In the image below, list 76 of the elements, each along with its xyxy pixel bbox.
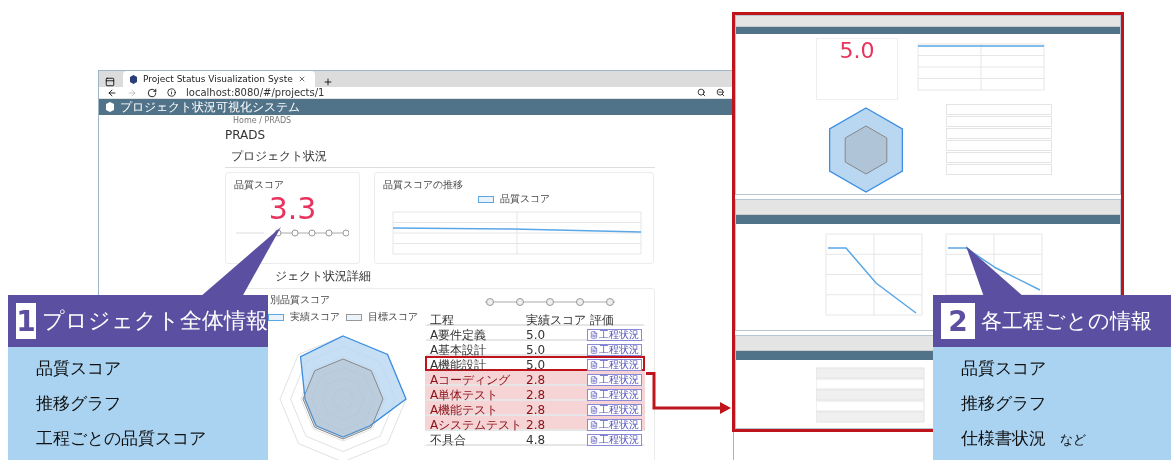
table-cell-text: 5.0	[525, 358, 547, 372]
callout-item: 品質スコア	[961, 357, 1046, 380]
callout-number: 2	[941, 303, 975, 339]
tab-title: Project Status Visualization Syste	[143, 74, 293, 84]
search-icon[interactable]	[697, 88, 706, 97]
column-header: 評価	[589, 313, 615, 327]
table-cell-text: A機能設計	[429, 358, 488, 372]
process-status-button[interactable]: 工程状況	[587, 359, 642, 371]
legend-label: 目標スコア	[367, 310, 418, 324]
callout-title: プロジェクト全体情報	[42, 307, 268, 335]
callout-item: 品質スコア	[36, 357, 121, 380]
callout-number: 1	[16, 303, 36, 339]
process-status-button[interactable]: 工程状況	[587, 434, 642, 446]
legend-swatch-icon	[345, 313, 362, 321]
callout-item: 推移グラフ	[36, 392, 121, 415]
browser-tab[interactable]: Project Status Visualization Syste	[123, 71, 315, 87]
document-icon	[590, 421, 598, 429]
process-status-button[interactable]: 工程状況	[587, 404, 642, 416]
legend-swatch-icon	[267, 313, 284, 321]
tab-actions-icon[interactable]	[105, 77, 115, 87]
new-tab-icon[interactable]	[323, 77, 333, 87]
document-icon	[590, 331, 598, 339]
callout-title: 各工程ごとの情報	[981, 308, 1152, 335]
page-title: PRADS	[225, 127, 267, 143]
process-status-button[interactable]: 工程状況	[587, 344, 642, 356]
document-icon	[590, 391, 598, 399]
table-cell-text: 2.8	[525, 373, 547, 387]
table-cell-text: Aコーディング	[429, 373, 512, 387]
address-field[interactable]: localhost:8080/#/projects/1	[186, 87, 687, 98]
table-cell-text: A要件定義	[429, 328, 488, 342]
app-logo-icon	[105, 102, 115, 112]
table-cell-text: A基本設計	[429, 343, 488, 357]
legend-label: 品質スコア	[500, 192, 550, 206]
callout-item: 工程ごとの品質スコア	[36, 427, 206, 450]
quality-score: 3.3	[268, 192, 317, 225]
target-score-area	[844, 125, 888, 175]
app-logo-icon	[129, 74, 138, 84]
document-icon	[590, 346, 598, 354]
card-title: 別品質スコア	[270, 293, 330, 307]
back-icon[interactable]	[107, 87, 117, 98]
process-status-button[interactable]: 工程状況	[587, 374, 642, 386]
app-title: プロジェクト状況可視化システム	[120, 98, 300, 116]
process-status-button[interactable]: 工程状況	[587, 419, 642, 431]
table-cell-text: A機能テスト	[429, 403, 500, 417]
callout-item: 推移グラフ	[961, 392, 1046, 415]
close-icon[interactable]	[297, 75, 306, 83]
document-icon	[590, 376, 598, 384]
section-title: ジェクト状況詳細	[274, 268, 372, 285]
breadcrumb[interactable]: Home / PRADS	[225, 115, 655, 127]
section-title: プロジェクト状況	[231, 149, 327, 163]
quality-score: 5.0	[839, 39, 875, 64]
card-title: 品質スコアの推移	[383, 178, 463, 192]
zoom-icon[interactable]	[716, 88, 725, 97]
table-cell-text: 5.0	[525, 343, 547, 357]
table-cell-text: 2.8	[525, 403, 547, 417]
table-cell-text: 4.8	[525, 433, 547, 447]
reload-icon[interactable]	[147, 87, 157, 98]
column-header: 実績スコア	[525, 313, 587, 327]
document-icon	[590, 361, 598, 369]
column-header: 工程	[429, 313, 455, 327]
process-status-button[interactable]: 工程状況	[587, 389, 642, 401]
info-icon	[167, 88, 176, 97]
callout-note: など	[1060, 431, 1086, 449]
table-cell-text: A単体テスト	[429, 388, 500, 402]
document-icon	[590, 436, 598, 444]
card-title: 品質スコア	[234, 178, 284, 192]
table-cell-text: 不具合	[429, 433, 467, 447]
document-icon	[590, 406, 598, 414]
table-cell-text: 5.0	[525, 328, 547, 342]
legend-label: 実績スコア	[289, 310, 340, 324]
table-cell-text: 2.8	[525, 418, 547, 432]
callout-item: 仕様書状況	[961, 427, 1046, 450]
process-status-button[interactable]: 工程状況	[587, 329, 642, 341]
table-cell-text: Aシステムテスト	[429, 418, 523, 432]
legend-swatch-icon	[478, 195, 494, 203]
table-cell-text: 2.8	[525, 388, 547, 402]
